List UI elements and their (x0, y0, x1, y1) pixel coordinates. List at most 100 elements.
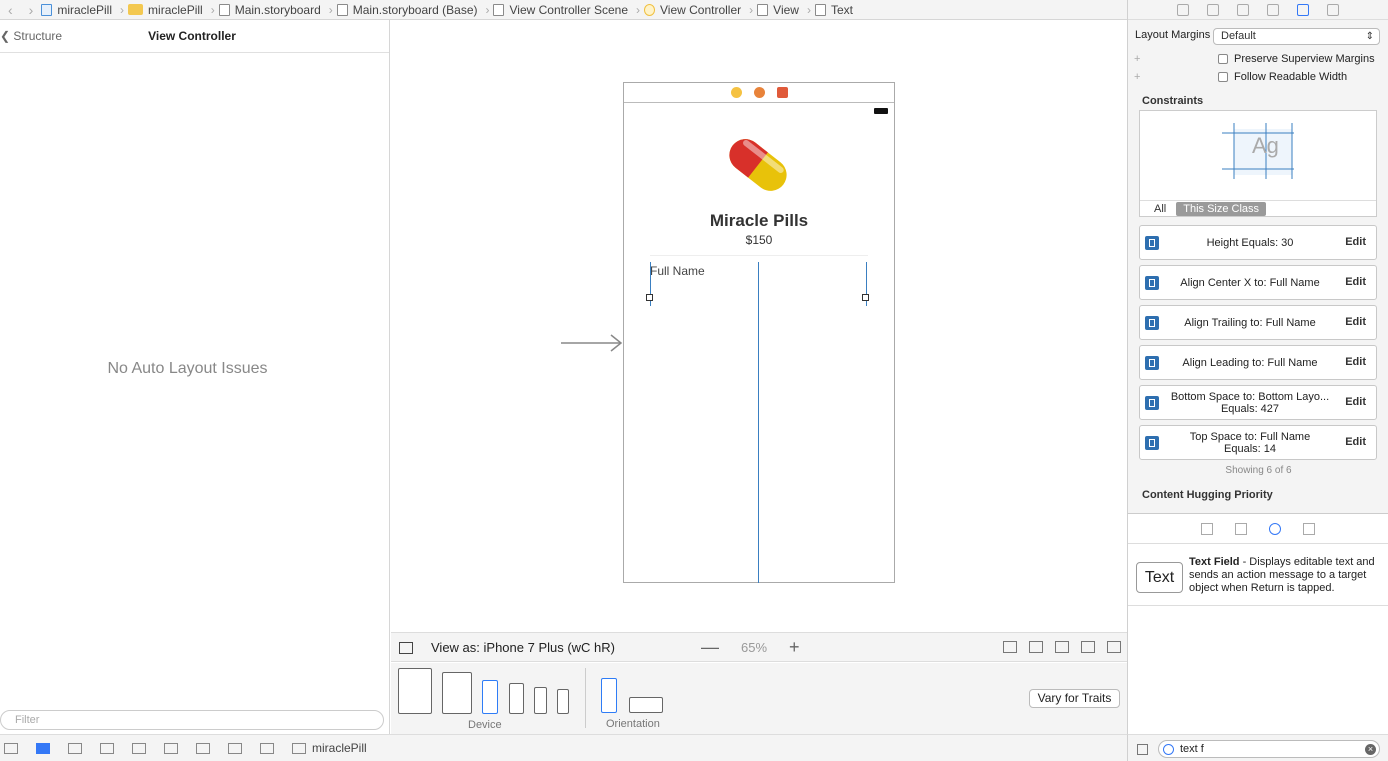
constraint-row-center-x[interactable]: Align Center X to: Full Name Edit (1139, 265, 1377, 300)
add-constraints-icon[interactable] (1081, 641, 1095, 653)
exit-icon[interactable] (776, 87, 788, 98)
attributes-inspector-icon[interactable] (1267, 3, 1279, 16)
first-responder-icon[interactable] (753, 87, 765, 98)
portrait-orientation-icon[interactable] (601, 678, 617, 713)
structure-back-button[interactable]: ❮ Structure (0, 29, 62, 43)
pill-image[interactable] (720, 127, 796, 203)
constraint-row-leading[interactable]: Align Leading to: Full Name Edit (1139, 345, 1377, 380)
iphone-7-device-icon[interactable] (509, 683, 524, 714)
back-nav-icon[interactable]: ‹ (0, 2, 21, 18)
tab-all[interactable]: All (1154, 203, 1166, 215)
toggle-outline-icon[interactable] (399, 642, 413, 654)
text-field-library-icon: Text (1136, 562, 1183, 593)
breadcrumb-storyboard[interactable]: Main.storyboard (218, 3, 325, 17)
edit-button[interactable]: Edit (1345, 236, 1366, 248)
edit-button[interactable]: Edit (1345, 316, 1366, 328)
constraints-count: Showing 6 of 6 (1225, 465, 1292, 476)
constraint-row-height[interactable]: Height Equals: 30 Edit (1139, 225, 1377, 260)
code-snippet-icon[interactable] (1235, 522, 1247, 535)
height-constraint-icon (1145, 236, 1159, 250)
file-inspector-icon[interactable] (1177, 3, 1189, 16)
constraint-row-trailing[interactable]: Align Trailing to: Full Name Edit (1139, 305, 1377, 340)
layout-margins-select[interactable]: Default ⇕ (1213, 28, 1380, 45)
step-over-icon[interactable] (100, 742, 114, 754)
breadcrumb-view-controller[interactable]: View Controller (644, 3, 745, 17)
breakpoints-icon[interactable] (36, 742, 50, 754)
plus-icon[interactable]: + (1134, 71, 1140, 83)
edit-button[interactable]: Edit (1345, 276, 1366, 288)
zoom-level: 65% (741, 640, 768, 655)
edit-button[interactable]: Edit (1345, 356, 1366, 368)
pause-icon[interactable] (68, 742, 82, 754)
breadcrumb-view[interactable]: View (757, 3, 803, 17)
breadcrumb-storyboard-base[interactable]: Main.storyboard (Base) (336, 3, 482, 17)
constraints-diagram[interactable]: Ag All This Size Class (1139, 110, 1377, 217)
edit-button[interactable]: Edit (1345, 396, 1366, 408)
breadcrumb-folder[interactable]: miraclePill (128, 3, 207, 17)
resize-handle-left[interactable] (646, 294, 653, 301)
zoom-out-button[interactable]: — (701, 637, 719, 658)
size-inspector-icon[interactable] (1297, 3, 1309, 16)
connections-inspector-icon[interactable] (1327, 3, 1339, 16)
breadcrumb-project[interactable]: miraclePill (41, 3, 116, 17)
memory-graph-icon[interactable] (228, 742, 242, 754)
project-icon (41, 3, 53, 16)
file-template-icon[interactable] (1201, 522, 1213, 535)
iphone-7-plus-device-icon[interactable] (482, 680, 498, 714)
ipad-pro-12-device-icon[interactable] (398, 668, 432, 714)
library-item-text-field[interactable]: Text Text Field - Displays editable text… (1128, 550, 1388, 606)
preserve-margins-checkbox[interactable]: Preserve Superview Margins (1218, 53, 1375, 65)
full-name-text-field[interactable]: Full Name (646, 255, 869, 583)
outline-header: ❮ Structure View Controller (0, 20, 389, 53)
scheme-project[interactable]: miraclePill (292, 741, 367, 755)
canvas-bottom-bar: View as: iPhone 7 Plus (wC hR) — 65% + (391, 632, 1127, 662)
view-debugger-icon[interactable] (196, 742, 210, 754)
grid-view-icon[interactable] (1137, 744, 1148, 755)
zoom-controls: — 65% + (701, 637, 800, 658)
tab-this-size-class[interactable]: This Size Class (1176, 202, 1267, 216)
device-config-bar: Device Orientation Vary for Traits (391, 663, 1127, 734)
library-search-input[interactable]: text f × (1158, 740, 1380, 758)
breadcrumb-text[interactable]: Text (814, 3, 857, 17)
library-filter-bar: text f × (1127, 734, 1388, 761)
resolve-issues-icon[interactable] (1107, 641, 1121, 653)
object-library-icon[interactable] (1269, 522, 1281, 535)
app-title-label[interactable]: Miracle Pills (624, 211, 894, 231)
update-frames-icon[interactable] (1003, 641, 1017, 653)
readable-width-checkbox[interactable]: Follow Readable Width (1218, 71, 1347, 83)
quick-help-icon[interactable] (1207, 3, 1219, 16)
view-controller-scene[interactable]: Miracle Pills $150 Full Name (623, 82, 895, 583)
step-out-icon[interactable] (164, 742, 178, 754)
location-icon[interactable] (260, 742, 274, 754)
constraint-row-bottom-space[interactable]: Bottom Space to: Bottom Layo... Equals: 4… (1139, 385, 1377, 420)
align-icon[interactable] (1055, 641, 1069, 653)
vary-for-traits-button[interactable]: Vary for Traits (1029, 689, 1120, 708)
device-label: Device (468, 719, 502, 731)
outline-filter-input[interactable]: Filter (0, 710, 384, 730)
media-library-icon[interactable] (1303, 522, 1315, 535)
layout-buttons (1003, 641, 1121, 653)
price-label[interactable]: $150 (624, 233, 894, 247)
forward-nav-icon[interactable]: › (21, 2, 42, 18)
zoom-in-button[interactable]: + (789, 637, 800, 658)
plus-icon[interactable]: + (1134, 53, 1140, 65)
identity-inspector-icon[interactable] (1237, 3, 1249, 16)
landscape-orientation-icon[interactable] (629, 697, 663, 713)
view-icon (757, 3, 769, 16)
folder-icon (128, 4, 144, 15)
editor-status-bar: miraclePill (0, 734, 1127, 761)
step-in-icon[interactable] (132, 742, 146, 754)
clear-search-icon[interactable]: × (1365, 744, 1376, 755)
iphone-se-device-icon[interactable] (534, 687, 547, 714)
resize-handle-right[interactable] (862, 294, 869, 301)
outline-toggle-icon[interactable] (4, 742, 18, 754)
breadcrumb-scene[interactable]: View Controller Scene (493, 3, 632, 17)
text-field-icon (814, 3, 826, 16)
embed-in-icon[interactable] (1029, 641, 1043, 653)
edit-button[interactable]: Edit (1345, 436, 1366, 448)
iphone-4s-device-icon[interactable] (557, 689, 569, 714)
ipad-device-icon[interactable] (442, 672, 472, 714)
view-controller-dock-icon[interactable] (730, 87, 742, 98)
constraint-row-top-space[interactable]: Top Space to: Full Name Equals: 14 Edit (1139, 425, 1377, 460)
view-as-label[interactable]: View as: iPhone 7 Plus (wC hR) (431, 640, 615, 655)
